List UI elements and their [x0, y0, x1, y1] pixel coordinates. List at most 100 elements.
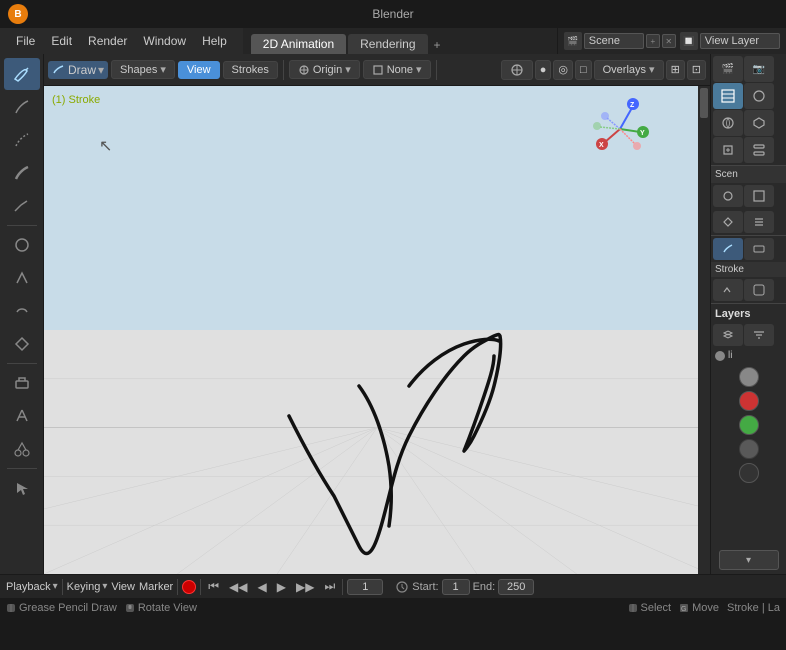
color-circle-3[interactable]	[739, 415, 759, 435]
tab-2d-animation[interactable]: 2D Animation	[251, 34, 346, 54]
prop-render-icon[interactable]: 📷	[744, 56, 774, 82]
tool-draw[interactable]	[4, 58, 40, 90]
menu-help[interactable]: Help	[194, 32, 235, 50]
tool-7[interactable]	[4, 262, 40, 294]
playback-dropdown[interactable]: Playback ▾	[6, 581, 58, 593]
svg-text:G: G	[681, 606, 686, 613]
tab-add-button[interactable]: +	[428, 36, 447, 54]
tool-5[interactable]	[4, 190, 40, 222]
add-panel-btn[interactable]: ▾	[711, 546, 786, 574]
timeline-controls: Playback ▾ Keying ▾ View Marker ⏮ ◀◀ ◀ ▶…	[0, 574, 786, 598]
mode-selector[interactable]: Draw ▾	[48, 61, 108, 79]
tool-2[interactable]	[4, 91, 40, 123]
tool-fill[interactable]	[4, 400, 40, 432]
navigation-gizmo[interactable]: Z Y X	[585, 94, 655, 164]
tool-separator-2	[7, 363, 37, 364]
tl-sep-2	[177, 579, 178, 595]
color-circle-1[interactable]	[739, 367, 759, 387]
scene-btn-2[interactable]	[744, 185, 774, 207]
prop-obj-icon[interactable]	[744, 110, 774, 136]
viewport-mode-btn[interactable]	[501, 60, 533, 80]
origin-label: Origin	[313, 64, 342, 76]
stroke-btn-3[interactable]	[713, 279, 743, 301]
shading-btn-1[interactable]: ●	[535, 60, 552, 80]
view-btn[interactable]: View	[178, 61, 220, 79]
frame-number[interactable]: 1	[347, 579, 383, 595]
prop-view-icon[interactable]	[713, 83, 743, 109]
menu-file[interactable]: File	[8, 32, 43, 50]
viewlayer-select[interactable]: View Layer	[700, 33, 780, 49]
end-val[interactable]: 250	[498, 579, 534, 595]
tool-8[interactable]	[4, 295, 40, 327]
keying-dropdown[interactable]: Keying ▾	[67, 581, 108, 593]
overlays-btn[interactable]: Overlays ▾	[594, 60, 664, 80]
scene-select[interactable]: Scene	[584, 33, 644, 49]
rotate-status: Rotate View	[125, 602, 197, 614]
scene-buttons-2	[711, 209, 786, 235]
scene-add[interactable]: +	[646, 34, 660, 48]
shading-btn-3[interactable]: □	[575, 60, 592, 80]
tool-4[interactable]	[4, 157, 40, 189]
top-toolbar: Draw ▾ Shapes ▾ View Strokes Origin ▾ No…	[44, 54, 710, 86]
prev-btn[interactable]: ◀	[255, 578, 270, 596]
tool-cut[interactable]	[4, 433, 40, 465]
scene-btn-3[interactable]	[713, 211, 743, 233]
tl-view[interactable]: View	[111, 581, 135, 593]
shading-btn-2[interactable]: ◎	[553, 60, 573, 80]
prop-data-icon[interactable]	[744, 137, 774, 163]
tab-rendering[interactable]: Rendering	[348, 34, 427, 54]
prop-scene2-icon[interactable]	[744, 83, 774, 109]
color-circle-2[interactable]	[739, 391, 759, 411]
tool-9[interactable]	[4, 328, 40, 360]
viewport-scrollbar[interactable]	[698, 86, 710, 574]
menu-window[interactable]: Window	[135, 32, 194, 50]
record-button[interactable]	[182, 580, 196, 594]
viewport[interactable]: (1) Stroke ↖ Z	[44, 86, 710, 574]
color-circle-5[interactable]	[739, 463, 759, 483]
layer-dot-1	[715, 351, 725, 361]
skip-end-btn[interactable]: ⏭	[321, 577, 338, 596]
color-circle-4[interactable]	[739, 439, 759, 459]
play-btn[interactable]: ▶	[274, 578, 289, 596]
scene-remove[interactable]: ✕	[662, 34, 676, 48]
layers-btn-2[interactable]	[744, 324, 774, 346]
status-bar: Grease Pencil Draw Rotate View Select G …	[0, 598, 786, 618]
next-btn[interactable]: ▶▶	[293, 578, 317, 596]
tool-3[interactable]	[4, 124, 40, 156]
origin-btn[interactable]: Origin ▾	[289, 60, 360, 79]
prop-world-icon[interactable]	[713, 110, 743, 136]
shapes-btn[interactable]: Shapes ▾	[111, 60, 175, 79]
scroll-thumb[interactable]	[700, 88, 708, 118]
playback-chevron: ▾	[53, 581, 58, 592]
clock-icon	[395, 580, 409, 594]
svg-text:Y: Y	[640, 130, 645, 137]
none-btn[interactable]: None ▾	[363, 60, 431, 79]
start-val[interactable]: 1	[442, 579, 470, 595]
tl-sep-3	[200, 579, 201, 595]
tool-erase[interactable]	[4, 367, 40, 399]
prop-scene-icon[interactable]: 🎬	[713, 56, 743, 82]
tool-6[interactable]	[4, 229, 40, 261]
menu-render[interactable]: Render	[80, 32, 135, 50]
scene-btn-4[interactable]	[744, 211, 774, 233]
overlays-label: Overlays	[603, 64, 646, 76]
tl-marker[interactable]: Marker	[139, 581, 173, 593]
extra-btn-2[interactable]: ⊡	[687, 60, 706, 80]
stroke-btn-1[interactable]	[713, 238, 743, 260]
menu-edit[interactable]: Edit	[43, 32, 80, 50]
mode-label: Draw	[68, 63, 96, 77]
tool-select[interactable]	[4, 472, 40, 504]
stroke-btn-2[interactable]	[744, 238, 774, 260]
extra-btn-1[interactable]: ⊞	[666, 60, 685, 80]
prop-modifier-icon[interactable]	[713, 137, 743, 163]
select-label: Select	[641, 602, 672, 614]
strokes-btn[interactable]: Strokes	[223, 61, 278, 79]
skip-start-btn[interactable]: ⏮	[205, 577, 222, 596]
layers-btn-1[interactable]	[713, 324, 743, 346]
layer-item-1[interactable]: li	[711, 348, 786, 363]
scene-btn-1[interactable]	[713, 185, 743, 207]
add-btn-label[interactable]: ▾	[719, 550, 779, 570]
g-icon: G	[679, 603, 689, 613]
prev-frame-btn[interactable]: ◀◀	[226, 578, 250, 596]
stroke-btn-4[interactable]	[744, 279, 774, 301]
